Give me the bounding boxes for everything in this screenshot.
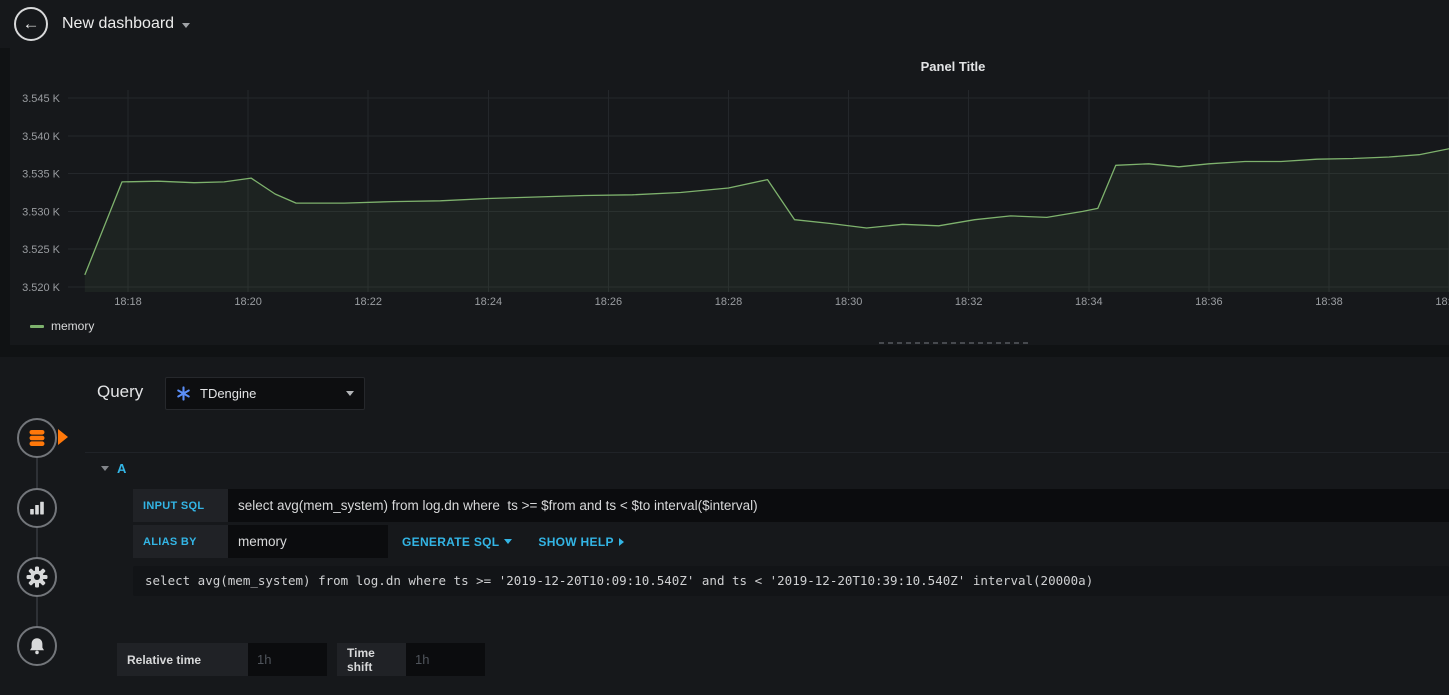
arrow-left-icon: ← (22, 14, 40, 33)
legend-item-memory[interactable]: memory (30, 319, 94, 333)
relative-time-label: Relative time (117, 643, 248, 676)
navbar: ← New dashboard (0, 0, 1449, 48)
back-button[interactable]: ← (14, 7, 48, 41)
svg-text:18:22: 18:22 (354, 296, 382, 308)
svg-text:18:20: 18:20 (234, 296, 262, 308)
show-help-label: SHOW HELP (538, 534, 614, 549)
chevron-down-icon (182, 23, 191, 28)
show-help-button[interactable]: SHOW HELP (538, 525, 624, 558)
chevron-right-icon (618, 537, 624, 546)
bar-chart-icon (30, 501, 44, 515)
generate-sql-label: GENERATE SQL (402, 534, 500, 549)
active-tab-arrow-icon (58, 429, 68, 445)
chevron-down-icon (504, 539, 513, 544)
svg-text:3.535 K: 3.535 K (22, 169, 61, 181)
tab-visualization[interactable] (17, 488, 57, 528)
panel-title[interactable]: Panel Title (921, 59, 986, 74)
alias-by-row: ALIAS BY GENERATE SQL SHOW HELP (133, 525, 624, 558)
panel-resize-handle[interactable] (879, 342, 1029, 344)
time-shift-label: Time shift (337, 643, 406, 676)
time-series-panel: Panel Title 3.545 K 3.540 K 3.535 K 3.530 K… (10, 48, 1449, 345)
database-icon (29, 430, 45, 446)
time-series-chart[interactable]: 3.545 K 3.540 K 3.535 K 3.530 K 3.525 K 3.520… (10, 84, 1449, 316)
bell-icon (30, 638, 44, 655)
svg-text:18:36: 18:36 (1195, 296, 1223, 308)
collapse-caret-icon[interactable] (101, 466, 109, 471)
time-shift-field[interactable] (406, 643, 485, 676)
tab-connector-line (36, 437, 38, 647)
svg-text:18:30: 18:30 (835, 296, 863, 308)
dashboard-title-text: New dashboard (62, 15, 175, 32)
svg-text:18:38: 18:38 (1315, 296, 1343, 308)
relative-time-field[interactable] (248, 643, 327, 676)
dashboard-title[interactable]: New dashboard (62, 15, 191, 33)
svg-text:3.540 K: 3.540 K (22, 131, 61, 143)
query-ref-row: A (85, 452, 1449, 484)
input-sql-field[interactable] (228, 489, 1449, 522)
svg-text:18:40: 18:40 (1435, 296, 1449, 308)
alias-by-field[interactable] (228, 525, 388, 558)
svg-text:3.525 K: 3.525 K (22, 244, 61, 256)
tab-alert[interactable] (17, 626, 57, 666)
time-options-row: Relative time Time shift (117, 643, 485, 676)
input-sql-label: INPUT SQL (133, 489, 228, 522)
query-section-title: Query (97, 382, 144, 401)
tab-queries[interactable] (17, 418, 57, 458)
input-sql-row: INPUT SQL (133, 489, 1449, 522)
chevron-down-icon (346, 391, 354, 396)
gear-icon (26, 566, 48, 588)
svg-text:18:32: 18:32 (955, 296, 983, 308)
svg-text:3.520 K: 3.520 K (22, 282, 61, 294)
datasource-picker[interactable]: TDengine (165, 377, 365, 410)
query-ref-id[interactable]: A (117, 461, 126, 476)
svg-text:18:26: 18:26 (595, 296, 623, 308)
tdengine-logo-icon (177, 386, 190, 401)
legend-color-swatch (30, 324, 44, 328)
svg-text:18:24: 18:24 (475, 296, 503, 308)
svg-text:18:28: 18:28 (715, 296, 743, 308)
svg-text:3.545 K: 3.545 K (22, 93, 61, 105)
tab-general[interactable] (17, 557, 57, 597)
alias-by-label: ALIAS BY (133, 525, 228, 558)
svg-text:18:18: 18:18 (114, 296, 142, 308)
svg-text:3.530 K: 3.530 K (22, 206, 61, 218)
generate-sql-button[interactable]: GENERATE SQL (402, 525, 513, 558)
svg-text:18:34: 18:34 (1075, 296, 1103, 308)
datasource-name: TDengine (200, 386, 257, 401)
legend-label: memory (51, 319, 95, 333)
generated-sql-preview: select avg(mem_system) from log.dn where… (133, 566, 1449, 596)
